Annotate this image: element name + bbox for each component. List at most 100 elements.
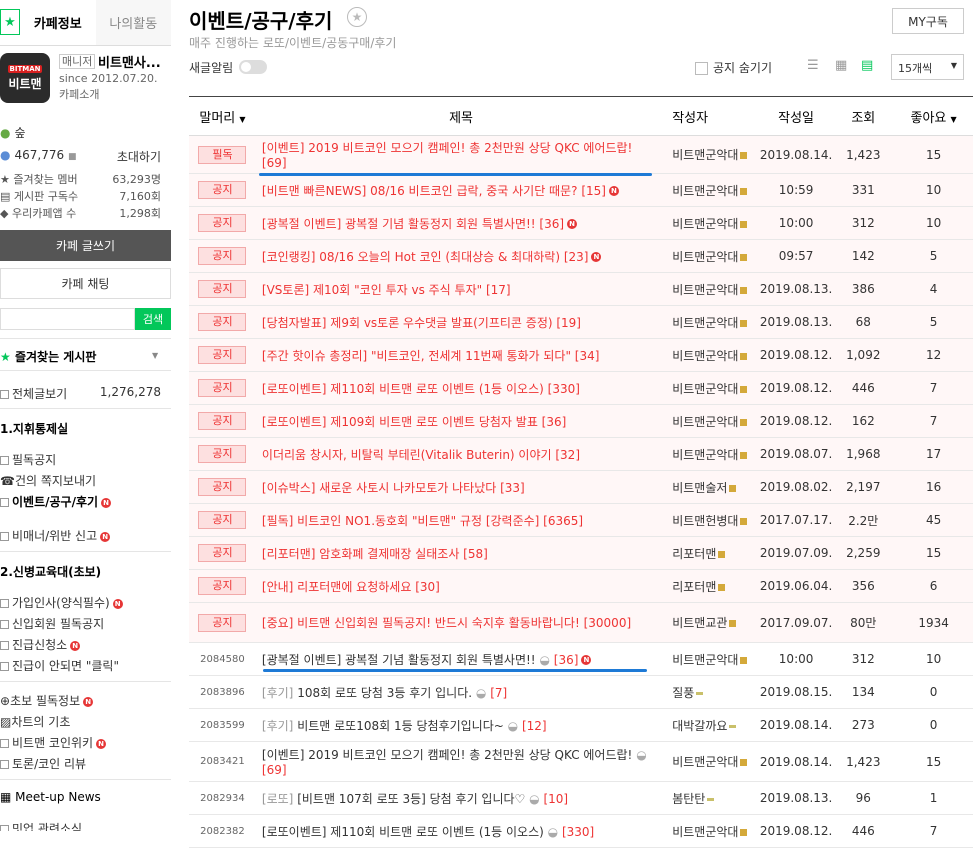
hide-notice-checkbox[interactable]: 공지 숨기기 bbox=[695, 59, 772, 76]
post-author[interactable]: 비트맨술저 bbox=[672, 481, 727, 495]
table-row[interactable]: 2083421 [이벤트] 2019 비트코인 모으기 캠페인! 총 2천만원 … bbox=[189, 741, 973, 782]
post-author[interactable]: 리포터맨 bbox=[672, 547, 716, 561]
menu-item[interactable]: 초보 필독정보 bbox=[10, 694, 80, 708]
post-title-link[interactable]: 비트맨 로또108회 1등 당첨후기입니다~ bbox=[297, 719, 504, 733]
post-author[interactable]: 비트맨교관 bbox=[672, 616, 727, 630]
table-row[interactable]: 2082934 [로또] [비트맨 107회 로또 3등] 당첨 후기 입니다♡… bbox=[189, 781, 973, 815]
chevron-down-icon[interactable]: ▼ bbox=[152, 351, 158, 360]
cafe-logo[interactable]: BITMAN 비트맨 bbox=[0, 53, 50, 103]
menu-item[interactable]: 진급이 안되면 "클릭" bbox=[12, 659, 119, 673]
post-author[interactable]: 비트맨군악대 bbox=[672, 316, 738, 330]
post-title-link[interactable]: [이슈박스] 새로운 사토시 나카모토가 나타났다 [33] bbox=[262, 481, 525, 495]
table-row[interactable]: 2082382 [로또이벤트] 제110회 비트맨 로또 이벤트 (1등 이오스… bbox=[189, 814, 973, 848]
post-title-link[interactable]: [광복절 이벤트] 광복절 기념 활동정지 회원 특별사면!! bbox=[262, 653, 536, 667]
manager-name[interactable]: 비트맨사... bbox=[98, 52, 161, 71]
menu-item[interactable]: 토론/코인 리뷰 bbox=[12, 757, 86, 771]
tab-cafe-info[interactable]: 카페정보 bbox=[20, 0, 96, 45]
list-view-icon[interactable]: ☰ bbox=[807, 58, 821, 74]
col-header-likes[interactable]: 좋아요 ▼ bbox=[894, 96, 973, 136]
invite-link[interactable]: 초대하기 bbox=[117, 148, 161, 165]
post-author[interactable]: 질풍 bbox=[672, 686, 694, 700]
post-title-link[interactable]: 이더리움 창시자, 비탈릭 부테린(Vitalik Buterin) 이야기 [… bbox=[262, 448, 580, 462]
post-author[interactable]: 비트맨군악대 bbox=[672, 250, 738, 264]
table-row[interactable]: 2083599 [후기] 비트맨 로또108회 1등 당첨후기입니다~ ◒ [1… bbox=[189, 708, 973, 742]
post-author[interactable]: 비트맨군악대 bbox=[672, 825, 738, 839]
table-row[interactable]: 공지 [비트맨 빠른NEWS] 08/16 비트코인 급락, 중국 사기단 때문… bbox=[189, 173, 973, 207]
table-row[interactable]: 공지 [안내] 리포터맨에 요청하세요 [30] 리포터맨 2019.06.04… bbox=[189, 569, 973, 603]
my-subscribe-button[interactable]: MY구독 bbox=[892, 8, 964, 34]
post-title-link[interactable]: [비트맨 빠른NEWS] 08/16 비트코인 급락, 중국 사기단 때문? [… bbox=[262, 184, 606, 198]
table-row[interactable]: 공지 [중요] 비트맨 신입회원 필독공지! 반드시 숙지후 활동바랍니다! [… bbox=[189, 602, 973, 643]
post-title-link[interactable]: [필독] 비트코인 NO1.동호회 "비트맨" 규정 [강력준수] [6365] bbox=[262, 514, 583, 528]
table-row[interactable]: 공지 [광복절 이벤트] 광복절 기념 활동정지 회원 특별사면!! [36] N… bbox=[189, 206, 973, 240]
post-category[interactable]: [로또] bbox=[262, 792, 293, 806]
post-author[interactable]: 비트맨군악대 bbox=[672, 448, 738, 462]
post-category[interactable]: [후기] bbox=[262, 719, 293, 733]
post-author[interactable]: 비트맨군악대 bbox=[672, 755, 738, 769]
search-button[interactable]: 검색 bbox=[135, 308, 171, 330]
menu-item[interactable]: 신입회원 필독공지 bbox=[12, 617, 104, 631]
post-title-link[interactable]: [로또이벤트] 제109회 비트맨 로또 이벤트 당첨자 발표 [36] bbox=[262, 415, 566, 429]
new-post-alert-toggle[interactable] bbox=[239, 60, 267, 74]
post-title-link[interactable]: [로또이벤트] 제110회 비트맨 로또 이벤트 (1등 이오스) [330] bbox=[262, 382, 580, 396]
post-title-link[interactable]: [리포터맨] 암호화폐 결제매장 실태조사 [58] bbox=[262, 547, 488, 561]
table-row[interactable]: 공지 [로또이벤트] 제109회 비트맨 로또 이벤트 당첨자 발표 [36] … bbox=[189, 404, 973, 438]
menu-item[interactable]: 가입인사(양식필수) bbox=[12, 596, 110, 610]
post-author[interactable]: 비트맨군악대 bbox=[672, 653, 738, 667]
table-row[interactable]: 공지 [코인랭킹] 08/16 오늘의 Hot 코인 (최대상승 & 최대하락)… bbox=[189, 239, 973, 273]
table-row[interactable]: 공지 [이슈박스] 새로운 사토시 나카모토가 나타났다 [33] 비트맨술저 … bbox=[189, 470, 973, 504]
table-row[interactable]: 공지 [로또이벤트] 제110회 비트맨 로또 이벤트 (1등 이오스) [33… bbox=[189, 371, 973, 405]
comment-count[interactable]: [69] bbox=[262, 763, 287, 777]
menu-item[interactable]: 건의 쪽지보내기 bbox=[15, 474, 96, 488]
post-author[interactable]: 비트맨군악대 bbox=[672, 382, 738, 396]
comment-count[interactable]: [12] bbox=[522, 719, 547, 733]
post-author[interactable]: 비트맨군악대 bbox=[672, 415, 738, 429]
post-author[interactable]: 봄탄탄 bbox=[672, 792, 705, 806]
menu-item[interactable]: 진급신청소 bbox=[12, 638, 67, 652]
table-row[interactable]: 필독 [이벤트] 2019 비트코인 모으기 캠페인! 총 2천만원 상당 QK… bbox=[189, 135, 973, 174]
grid-view-icon[interactable]: ▦ bbox=[835, 58, 849, 74]
tab-my-activity[interactable]: 나의활동 bbox=[95, 0, 171, 45]
table-row[interactable]: 2083896 [후기] 108회 로또 당첨 3등 후기 입니다. ◒ [7]… bbox=[189, 675, 973, 709]
menu-item[interactable]: 차트의 기초 bbox=[11, 715, 70, 729]
post-title-link[interactable]: [안내] 리포터맨에 요청하세요 [30] bbox=[262, 580, 440, 594]
cafe-intro-link[interactable]: 카페소개 bbox=[59, 86, 99, 102]
checkbox-icon[interactable] bbox=[695, 62, 708, 75]
comment-count[interactable]: [36] bbox=[554, 653, 579, 667]
fav-boards-label[interactable]: 즐겨찾는 게시판 bbox=[15, 350, 96, 364]
post-title-link[interactable]: 108회 로또 당첨 3등 후기 입니다. bbox=[297, 686, 472, 700]
post-category[interactable]: [후기] bbox=[262, 686, 293, 700]
post-title-link[interactable]: [이벤트] 2019 비트코인 모으기 캠페인! 총 2천만원 상당 QKC 에… bbox=[262, 748, 632, 762]
col-header-prefix[interactable]: 말머리 ▼ bbox=[189, 96, 256, 136]
post-title-link[interactable]: [비트맨 107회 로또 3등] 당첨 후기 입니다♡ bbox=[297, 792, 525, 806]
menu-item[interactable]: 밋업 관련소식 bbox=[12, 822, 82, 831]
table-row[interactable]: 공지 [리포터맨] 암호화폐 결제매장 실태조사 [58] 리포터맨 2019.… bbox=[189, 536, 973, 570]
meetup-heading[interactable]: Meet-up News bbox=[15, 790, 101, 804]
cafe-chat-button[interactable]: 카페 채팅 bbox=[0, 268, 171, 299]
cafe-search-input[interactable] bbox=[0, 308, 135, 330]
post-author[interactable]: 비트맨군악대 bbox=[672, 217, 738, 231]
table-row[interactable]: 공지 [필독] 비트코인 NO1.동호회 "비트맨" 규정 [강력준수] [63… bbox=[189, 503, 973, 537]
favorite-star-icon[interactable]: ★ bbox=[347, 7, 367, 27]
table-row[interactable]: 공지 [주간 핫이슈 총정리] "비트코인, 전세계 11번째 통화가 되다" … bbox=[189, 338, 973, 372]
card-view-icon[interactable]: ▤ bbox=[861, 58, 875, 74]
post-author[interactable]: 비트맨군악대 bbox=[672, 184, 738, 198]
post-title-link[interactable]: [주간 핫이슈 총정리] "비트코인, 전세계 11번째 통화가 되다" [34… bbox=[262, 349, 600, 363]
post-title-link[interactable]: [로또이벤트] 제110회 비트맨 로또 이벤트 (1등 이오스) bbox=[262, 825, 544, 839]
comment-count[interactable]: [7] bbox=[490, 686, 507, 700]
post-title-link[interactable]: [이벤트] 2019 비트코인 모으기 캠페인! 총 2천만원 상당 QKC 에… bbox=[262, 141, 632, 170]
comment-count[interactable]: [10] bbox=[543, 792, 568, 806]
star-icon[interactable]: ★ bbox=[0, 9, 20, 35]
menu-item[interactable]: 필독공지 bbox=[12, 453, 56, 467]
post-author[interactable]: 비트맨군악대 bbox=[672, 283, 738, 297]
post-title-link[interactable]: [중요] 비트맨 신입회원 필독공지! 반드시 숙지후 활동바랍니다! [300… bbox=[262, 616, 631, 630]
post-title-link[interactable]: [VS토론] 제10회 "코인 투자 vs 주식 투자" [17] bbox=[262, 283, 511, 297]
post-author[interactable]: 대박갈까요 bbox=[672, 719, 727, 733]
cafe-write-button[interactable]: 카페 글쓰기 bbox=[0, 230, 171, 261]
post-title-link[interactable]: [당첨자발표] 제9회 vs토론 우수댓글 발표(기프티콘 증정) [19] bbox=[262, 316, 581, 330]
menu-item[interactable]: 비트맨 코인위키 bbox=[12, 736, 93, 750]
post-author[interactable]: 비트맨헌병대 bbox=[672, 514, 738, 528]
post-title-link[interactable]: [코인랭킹] 08/16 오늘의 Hot 코인 (최대상승 & 최대하락) [2… bbox=[262, 250, 589, 264]
menu-item[interactable]: 비매너/위반 신고 bbox=[12, 529, 97, 543]
table-row[interactable]: 공지 [당첨자발표] 제9회 vs토론 우수댓글 발표(기프티콘 증정) [19… bbox=[189, 305, 973, 339]
